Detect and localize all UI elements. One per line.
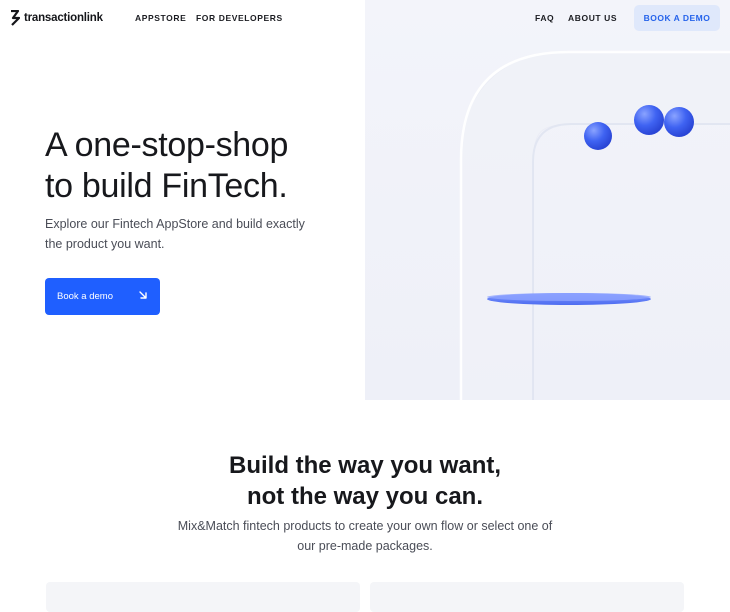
book-demo-hero-button[interactable]: Book a demo [45, 278, 160, 315]
section-subtitle: Mix&Match fintech products to create you… [0, 516, 730, 556]
section-title: Build the way you want, not the way you … [0, 450, 730, 512]
hero-title-line-2: to build FinTech. [45, 167, 288, 205]
glass-tube-illustration [459, 50, 730, 400]
logo-text: transactionlink [24, 12, 103, 24]
hero-subtitle-line-2: the product you want. [45, 237, 165, 251]
hero-button-label: Book a demo [57, 291, 113, 302]
top-nav: transactionlink APPSTORE FOR DEVELOPERS … [0, 0, 730, 38]
nav-appstore[interactable]: APPSTORE [135, 13, 186, 23]
section-subtitle-line-2: our pre-made packages. [297, 539, 433, 553]
book-demo-nav-button[interactable]: BOOK A DEMO [634, 5, 720, 31]
product-card[interactable] [46, 582, 360, 612]
product-card[interactable] [370, 582, 684, 612]
section-title-line-2: not the way you can. [246, 483, 484, 510]
logo-mark-icon [11, 10, 20, 26]
hero-title-line-1: A one-stop-shop [45, 126, 289, 164]
hero-title: A one-stop-shop to build FinTech. [45, 125, 365, 207]
nav-faq[interactable]: FAQ [535, 13, 554, 23]
hero-illustration [365, 0, 730, 400]
hero-subtitle-line-1: Explore our Fintech AppStore and build e… [45, 217, 305, 231]
section-title-line-1: Build the way you want, [228, 452, 502, 479]
section-subtitle-line-1: Mix&Match fintech products to create you… [177, 519, 553, 533]
nav-for-developers[interactable]: FOR DEVELOPERS [196, 13, 283, 23]
logo[interactable]: transactionlink [10, 10, 103, 26]
nav-about-us[interactable]: ABOUT US [568, 13, 617, 23]
arrow-down-right-icon [138, 290, 148, 303]
hero-subtitle: Explore our Fintech AppStore and build e… [45, 214, 345, 254]
